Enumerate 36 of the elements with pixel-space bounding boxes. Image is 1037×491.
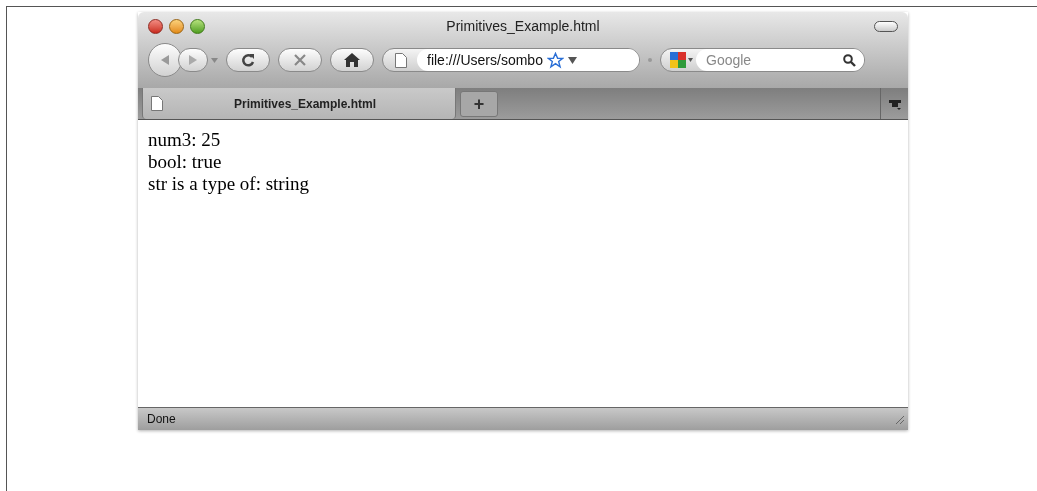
reload-icon bbox=[240, 52, 256, 68]
page-text-line: str is a type of: string bbox=[148, 173, 310, 195]
minimize-button[interactable] bbox=[169, 18, 184, 34]
page-text-line: num3: 25 bbox=[148, 129, 222, 151]
back-button[interactable] bbox=[148, 43, 182, 77]
window-title: Primitives_Example.html bbox=[446, 16, 600, 36]
page-icon bbox=[151, 96, 163, 111]
stop-button[interactable] bbox=[278, 48, 322, 72]
home-button[interactable] bbox=[330, 48, 374, 72]
page-text-line: bool: true bbox=[148, 151, 223, 173]
tab-list-icon bbox=[888, 97, 901, 110]
dropdown-caret-icon bbox=[688, 58, 693, 62]
page-icon bbox=[395, 52, 407, 68]
star-icon bbox=[546, 51, 564, 69]
address-text: file:///Users/sombo bbox=[427, 50, 543, 70]
forward-button[interactable] bbox=[178, 48, 208, 72]
back-arrow-icon bbox=[159, 54, 171, 66]
close-button[interactable] bbox=[148, 18, 163, 34]
close-icon bbox=[294, 54, 306, 66]
status-text: Done bbox=[147, 411, 176, 428]
resize-grip-icon bbox=[893, 413, 905, 425]
forward-arrow-icon bbox=[188, 54, 198, 66]
search-bar[interactable]: Google bbox=[660, 48, 865, 72]
dropdown-caret-icon bbox=[211, 57, 218, 63]
search-engine-icon bbox=[669, 51, 687, 69]
search-input[interactable]: Google bbox=[706, 49, 843, 71]
address-bar[interactable]: file:///Users/sombo bbox=[382, 48, 640, 72]
zoom-button[interactable] bbox=[190, 18, 205, 34]
new-tab-button[interactable]: + bbox=[460, 91, 498, 117]
dropdown-caret-icon bbox=[567, 56, 577, 64]
search-icon bbox=[843, 53, 856, 67]
house-icon bbox=[344, 53, 360, 67]
toolbar-toggle-button[interactable] bbox=[874, 20, 898, 32]
search-field[interactable]: Google bbox=[696, 49, 864, 71]
browser-tab[interactable]: Primitives_Example.html bbox=[142, 88, 456, 119]
reload-button[interactable] bbox=[226, 48, 270, 72]
